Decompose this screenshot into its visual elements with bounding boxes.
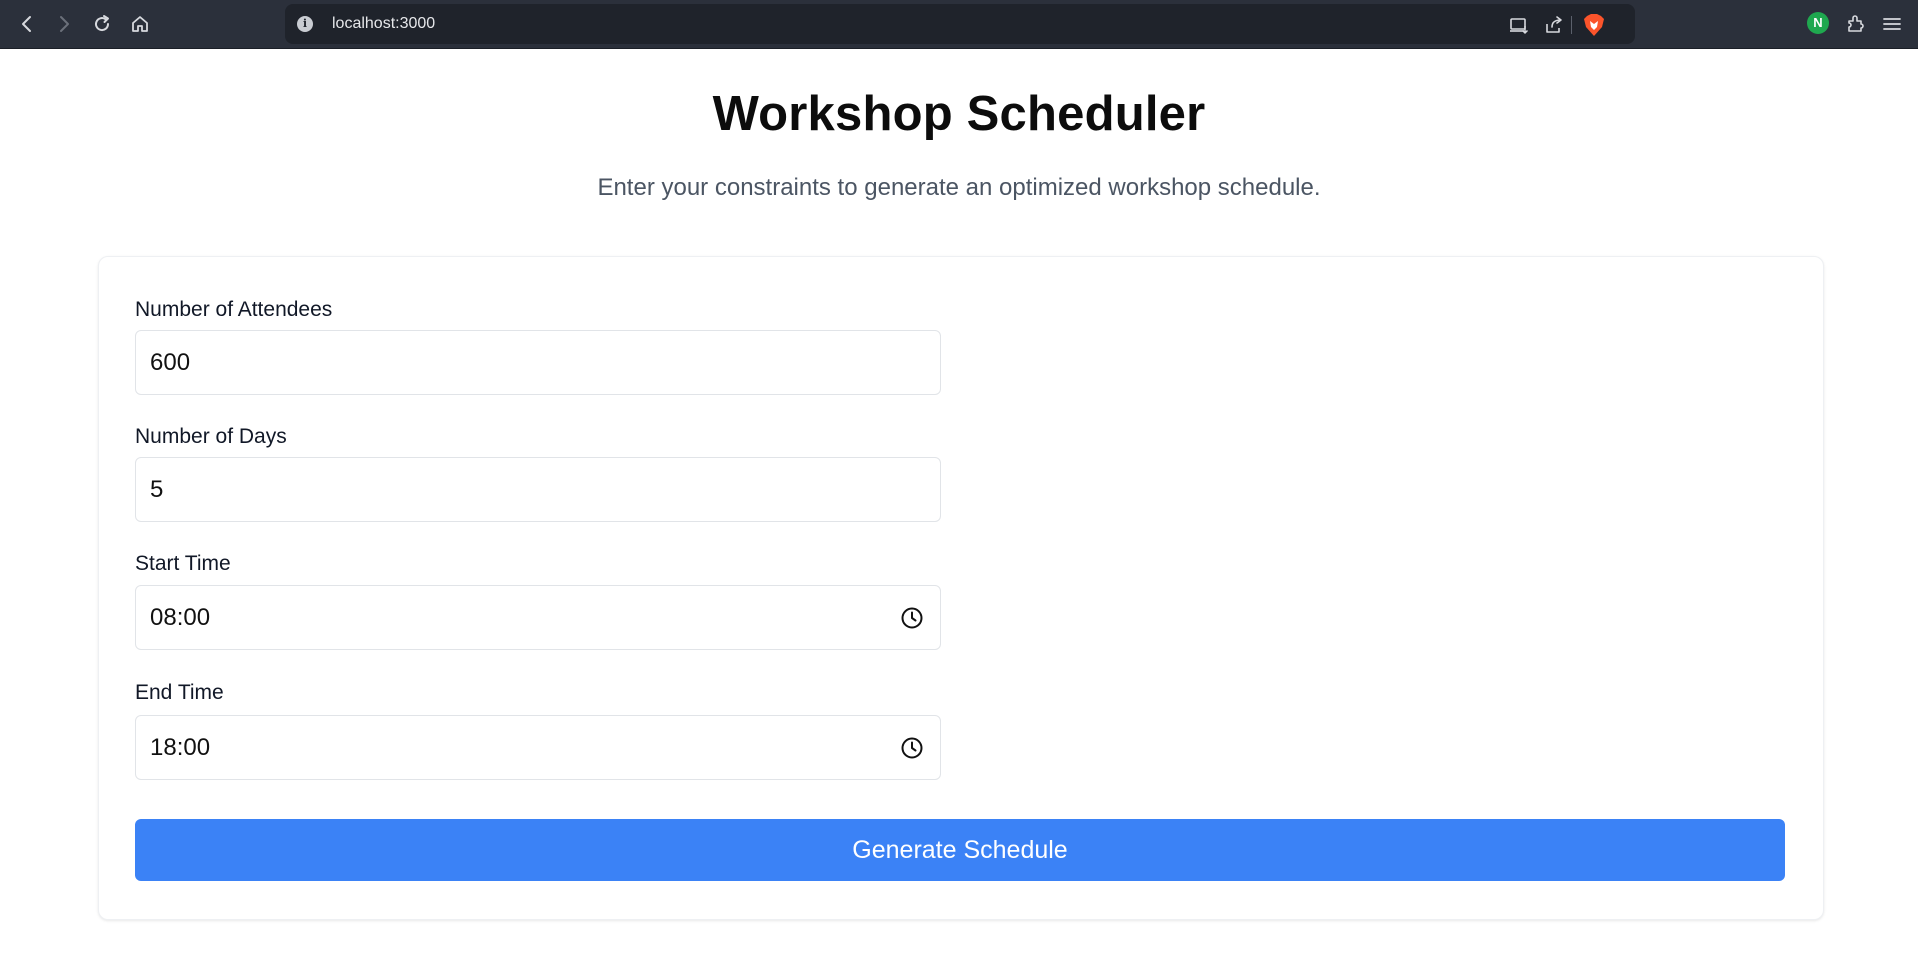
clock-icon[interactable] <box>900 736 924 760</box>
end-time-input[interactable]: 18:00 <box>135 715 941 780</box>
days-input[interactable]: 5 <box>135 457 941 522</box>
brave-shield-icon[interactable] <box>1583 13 1605 37</box>
url-text[interactable]: localhost:3000 <box>332 15 435 33</box>
page-title: Workshop Scheduler <box>712 87 1206 141</box>
reload-icon[interactable] <box>88 10 116 38</box>
days-label: Number of Days <box>135 425 287 448</box>
page-subtitle: Enter your constraints to generate an op… <box>597 174 1321 201</box>
extension-n-icon[interactable]: N <box>1807 12 1829 34</box>
generate-schedule-button[interactable]: Generate Schedule <box>135 819 1785 881</box>
forward-icon[interactable] <box>50 10 78 38</box>
home-icon[interactable] <box>126 10 154 38</box>
address-bar[interactable]: i localhost:3000 <box>285 4 1635 44</box>
browser-toolbar: i localhost:3000 N <box>0 0 1918 49</box>
attendees-value: 600 <box>150 348 191 376</box>
clock-icon[interactable] <box>900 606 924 630</box>
end-time-value: 18:00 <box>150 733 211 761</box>
start-time-input[interactable]: 08:00 <box>135 585 941 650</box>
install-app-icon[interactable] <box>1508 14 1530 36</box>
site-info-icon[interactable]: i <box>297 16 313 32</box>
back-icon[interactable] <box>13 10 41 38</box>
start-time-label: Start Time <box>135 552 231 575</box>
url-separator <box>1571 16 1572 34</box>
days-value: 5 <box>150 475 164 503</box>
attendees-input[interactable]: 600 <box>135 330 941 395</box>
start-time-value: 08:00 <box>150 603 211 631</box>
menu-icon[interactable] <box>1880 12 1904 36</box>
attendees-label: Number of Attendees <box>135 298 333 321</box>
end-time-label: End Time <box>135 681 224 704</box>
extensions-icon[interactable] <box>1844 12 1868 36</box>
share-icon[interactable] <box>1543 14 1565 36</box>
